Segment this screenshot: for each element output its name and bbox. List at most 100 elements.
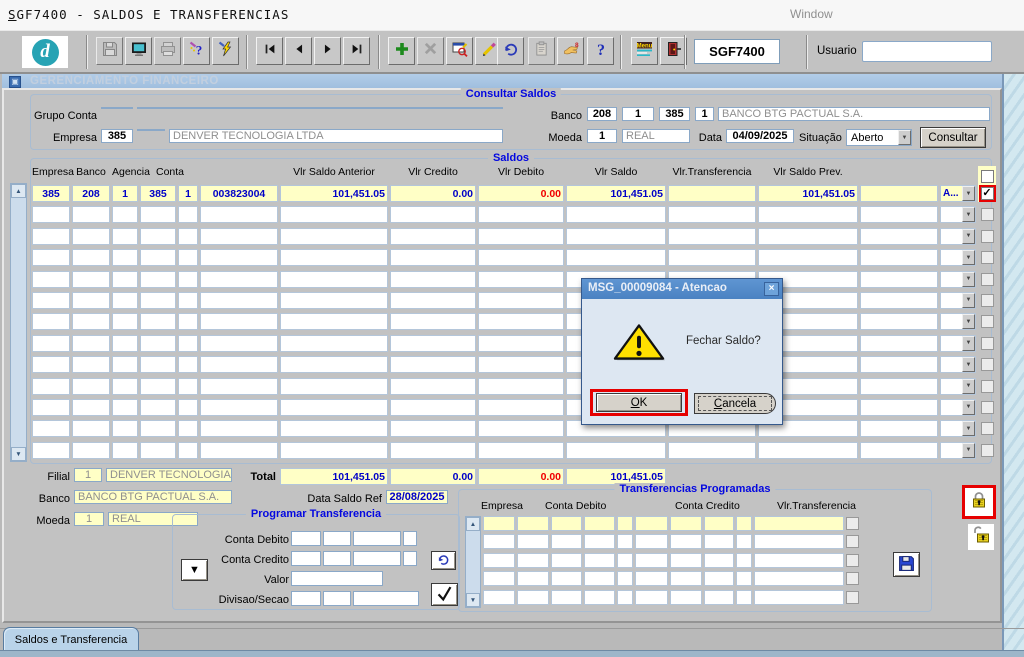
save-button[interactable] — [96, 37, 123, 65]
tp-cell-conta-credito-4[interactable] — [736, 553, 752, 568]
saldos-cell-conta2[interactable] — [178, 420, 198, 437]
banco-f1-input[interactable]: 208 — [587, 107, 617, 121]
fechar-saldo-checkbox[interactable] — [981, 380, 994, 393]
tp-cell-conta-debito-2[interactable] — [551, 571, 582, 586]
conta-debito-3-input[interactable] — [353, 531, 401, 546]
saldos-cell-credito[interactable] — [390, 378, 476, 395]
tp-cell-conta-credito-2[interactable] — [670, 516, 702, 531]
saldos-cell-transferencia[interactable] — [668, 206, 756, 223]
saldos-cell-conta2[interactable] — [178, 228, 198, 245]
tp-cell-conta-credito-4[interactable] — [736, 571, 752, 586]
help-button[interactable]: ? — [587, 37, 614, 65]
saldos-cell-extra[interactable] — [860, 442, 938, 459]
saldos-cell-saldo_prev[interactable] — [758, 206, 858, 223]
saldos-cell-conta1[interactable] — [140, 356, 176, 373]
saldos-cell-empresa[interactable] — [32, 335, 70, 352]
conta-credito-2-input[interactable] — [323, 551, 351, 566]
saldos-cell-conta1[interactable] — [140, 206, 176, 223]
saldos-cell-saldo_anterior[interactable] — [280, 335, 388, 352]
saldos-cell-banco[interactable] — [72, 399, 110, 416]
tp-cell-conta-credito-3[interactable] — [704, 516, 734, 531]
screen-button[interactable] — [125, 37, 152, 65]
saldos-cell-extra[interactable] — [860, 292, 938, 309]
saldos-situacao-select[interactable]: ▼ — [940, 420, 976, 437]
banco-f3-input[interactable]: 385 — [659, 107, 690, 121]
banco-f4-input[interactable]: 1 — [695, 107, 714, 121]
tp-cell-vlr-transferencia[interactable] — [754, 534, 844, 549]
situacao-dropdown-icon[interactable]: ▼ — [962, 400, 975, 415]
data-input[interactable]: 04/09/2025 — [726, 129, 794, 143]
saldos-cell-saldo[interactable] — [566, 228, 666, 245]
menu-button[interactable]: Menu — [631, 37, 658, 65]
tp-cell-conta-credito-3[interactable] — [704, 590, 734, 605]
tp-cell-conta-credito-1[interactable] — [635, 553, 668, 568]
saldos-cell-credito[interactable] — [390, 335, 476, 352]
delete-record-button[interactable] — [417, 37, 444, 65]
situacao-dropdown-icon[interactable]: ▼ — [962, 314, 975, 329]
situacao-select[interactable]: Aberto ▼ — [846, 129, 912, 146]
saldos-situacao-select[interactable]: ▼ — [940, 292, 976, 309]
saldos-cell-agencia[interactable] — [112, 420, 138, 437]
tp-checkbox[interactable] — [846, 572, 859, 585]
tp-cell-conta-debito-3[interactable] — [584, 590, 615, 605]
saldos-cell-empresa[interactable] — [32, 271, 70, 288]
saldos-cell-saldo_anterior[interactable] — [280, 378, 388, 395]
saldos-cell-conta[interactable] — [200, 399, 278, 416]
tp-cell-vlr-transferencia[interactable] — [754, 571, 844, 586]
saldos-cell-agencia[interactable] — [112, 249, 138, 266]
saldos-cell-saldo_anterior[interactable] — [280, 249, 388, 266]
saldos-situacao-select[interactable]: ▼ — [940, 356, 976, 373]
situacao-dropdown-icon[interactable]: ▼ — [962, 207, 975, 222]
saldos-cell-conta[interactable] — [200, 249, 278, 266]
saldos-cell-saldo_prev[interactable] — [758, 228, 858, 245]
saldos-cell-saldo_anterior[interactable] — [280, 292, 388, 309]
fechar-saldo-checkbox[interactable] — [981, 230, 994, 243]
saldos-cell-conta1[interactable]: 385 — [140, 185, 176, 202]
last-record-button[interactable] — [343, 37, 370, 65]
saldos-cell-banco[interactable] — [72, 249, 110, 266]
saldos-cell-conta[interactable] — [200, 313, 278, 330]
conta-credito-3-input[interactable] — [353, 551, 401, 566]
saldos-situacao-select[interactable]: ▼ — [940, 228, 976, 245]
tp-cell-empresa[interactable] — [483, 590, 515, 605]
saldos-cell-debito[interactable] — [478, 356, 564, 373]
tp-cell-conta-debito-4[interactable] — [617, 516, 633, 531]
saldos-cell-debito[interactable] — [478, 442, 564, 459]
saldos-situacao-select[interactable]: ▼ — [940, 313, 976, 330]
exit-button[interactable] — [660, 37, 687, 65]
tp-checkbox[interactable] — [846, 517, 859, 530]
saldos-cell-conta[interactable] — [200, 420, 278, 437]
saldos-situacao-select[interactable]: ▼ — [940, 335, 976, 352]
saldos-cell-conta[interactable] — [200, 335, 278, 352]
tp-cell-conta-debito-2[interactable] — [551, 590, 582, 605]
saldos-cell-banco[interactable] — [72, 420, 110, 437]
saldos-cell-conta2[interactable] — [178, 442, 198, 459]
saldos-cell-transferencia[interactable] — [668, 249, 756, 266]
previous-record-button[interactable] — [285, 37, 312, 65]
tp-cell-conta-credito-2[interactable] — [670, 590, 702, 605]
fechar-saldo-checkbox[interactable] — [981, 273, 994, 286]
saldos-cell-conta2[interactable] — [178, 399, 198, 416]
saldos-cell-extra[interactable] — [860, 378, 938, 395]
saldos-cell-empresa[interactable] — [32, 420, 70, 437]
saldos-cell-extra[interactable] — [860, 206, 938, 223]
saldos-cell-debito[interactable] — [478, 228, 564, 245]
undo-transfer-button[interactable] — [431, 551, 456, 570]
consultar-button[interactable]: Consultar — [920, 127, 986, 148]
transferencias-scrollbar[interactable]: ▲ ▼ — [465, 516, 481, 608]
saldos-cell-conta[interactable] — [200, 356, 278, 373]
saldos-cell-conta[interactable] — [200, 292, 278, 309]
tp-cell-vlr-transferencia[interactable] — [754, 553, 844, 568]
tp-cell-conta-debito-4[interactable] — [617, 534, 633, 549]
saldos-cell-conta[interactable] — [200, 271, 278, 288]
saldos-cell-conta1[interactable] — [140, 228, 176, 245]
open-saldo-button[interactable] — [968, 524, 994, 550]
saldos-cell-conta2[interactable] — [178, 356, 198, 373]
saldos-cell-empresa[interactable] — [32, 228, 70, 245]
saldos-cell-agencia[interactable] — [112, 442, 138, 459]
saldos-cell-saldo_prev[interactable] — [758, 249, 858, 266]
banco-f2-input[interactable]: 1 — [622, 107, 654, 121]
conta-credito-1-input[interactable] — [291, 551, 321, 566]
saldos-situacao-select[interactable]: ▼ — [940, 378, 976, 395]
saldos-situacao-select[interactable]: ▼ — [940, 271, 976, 288]
